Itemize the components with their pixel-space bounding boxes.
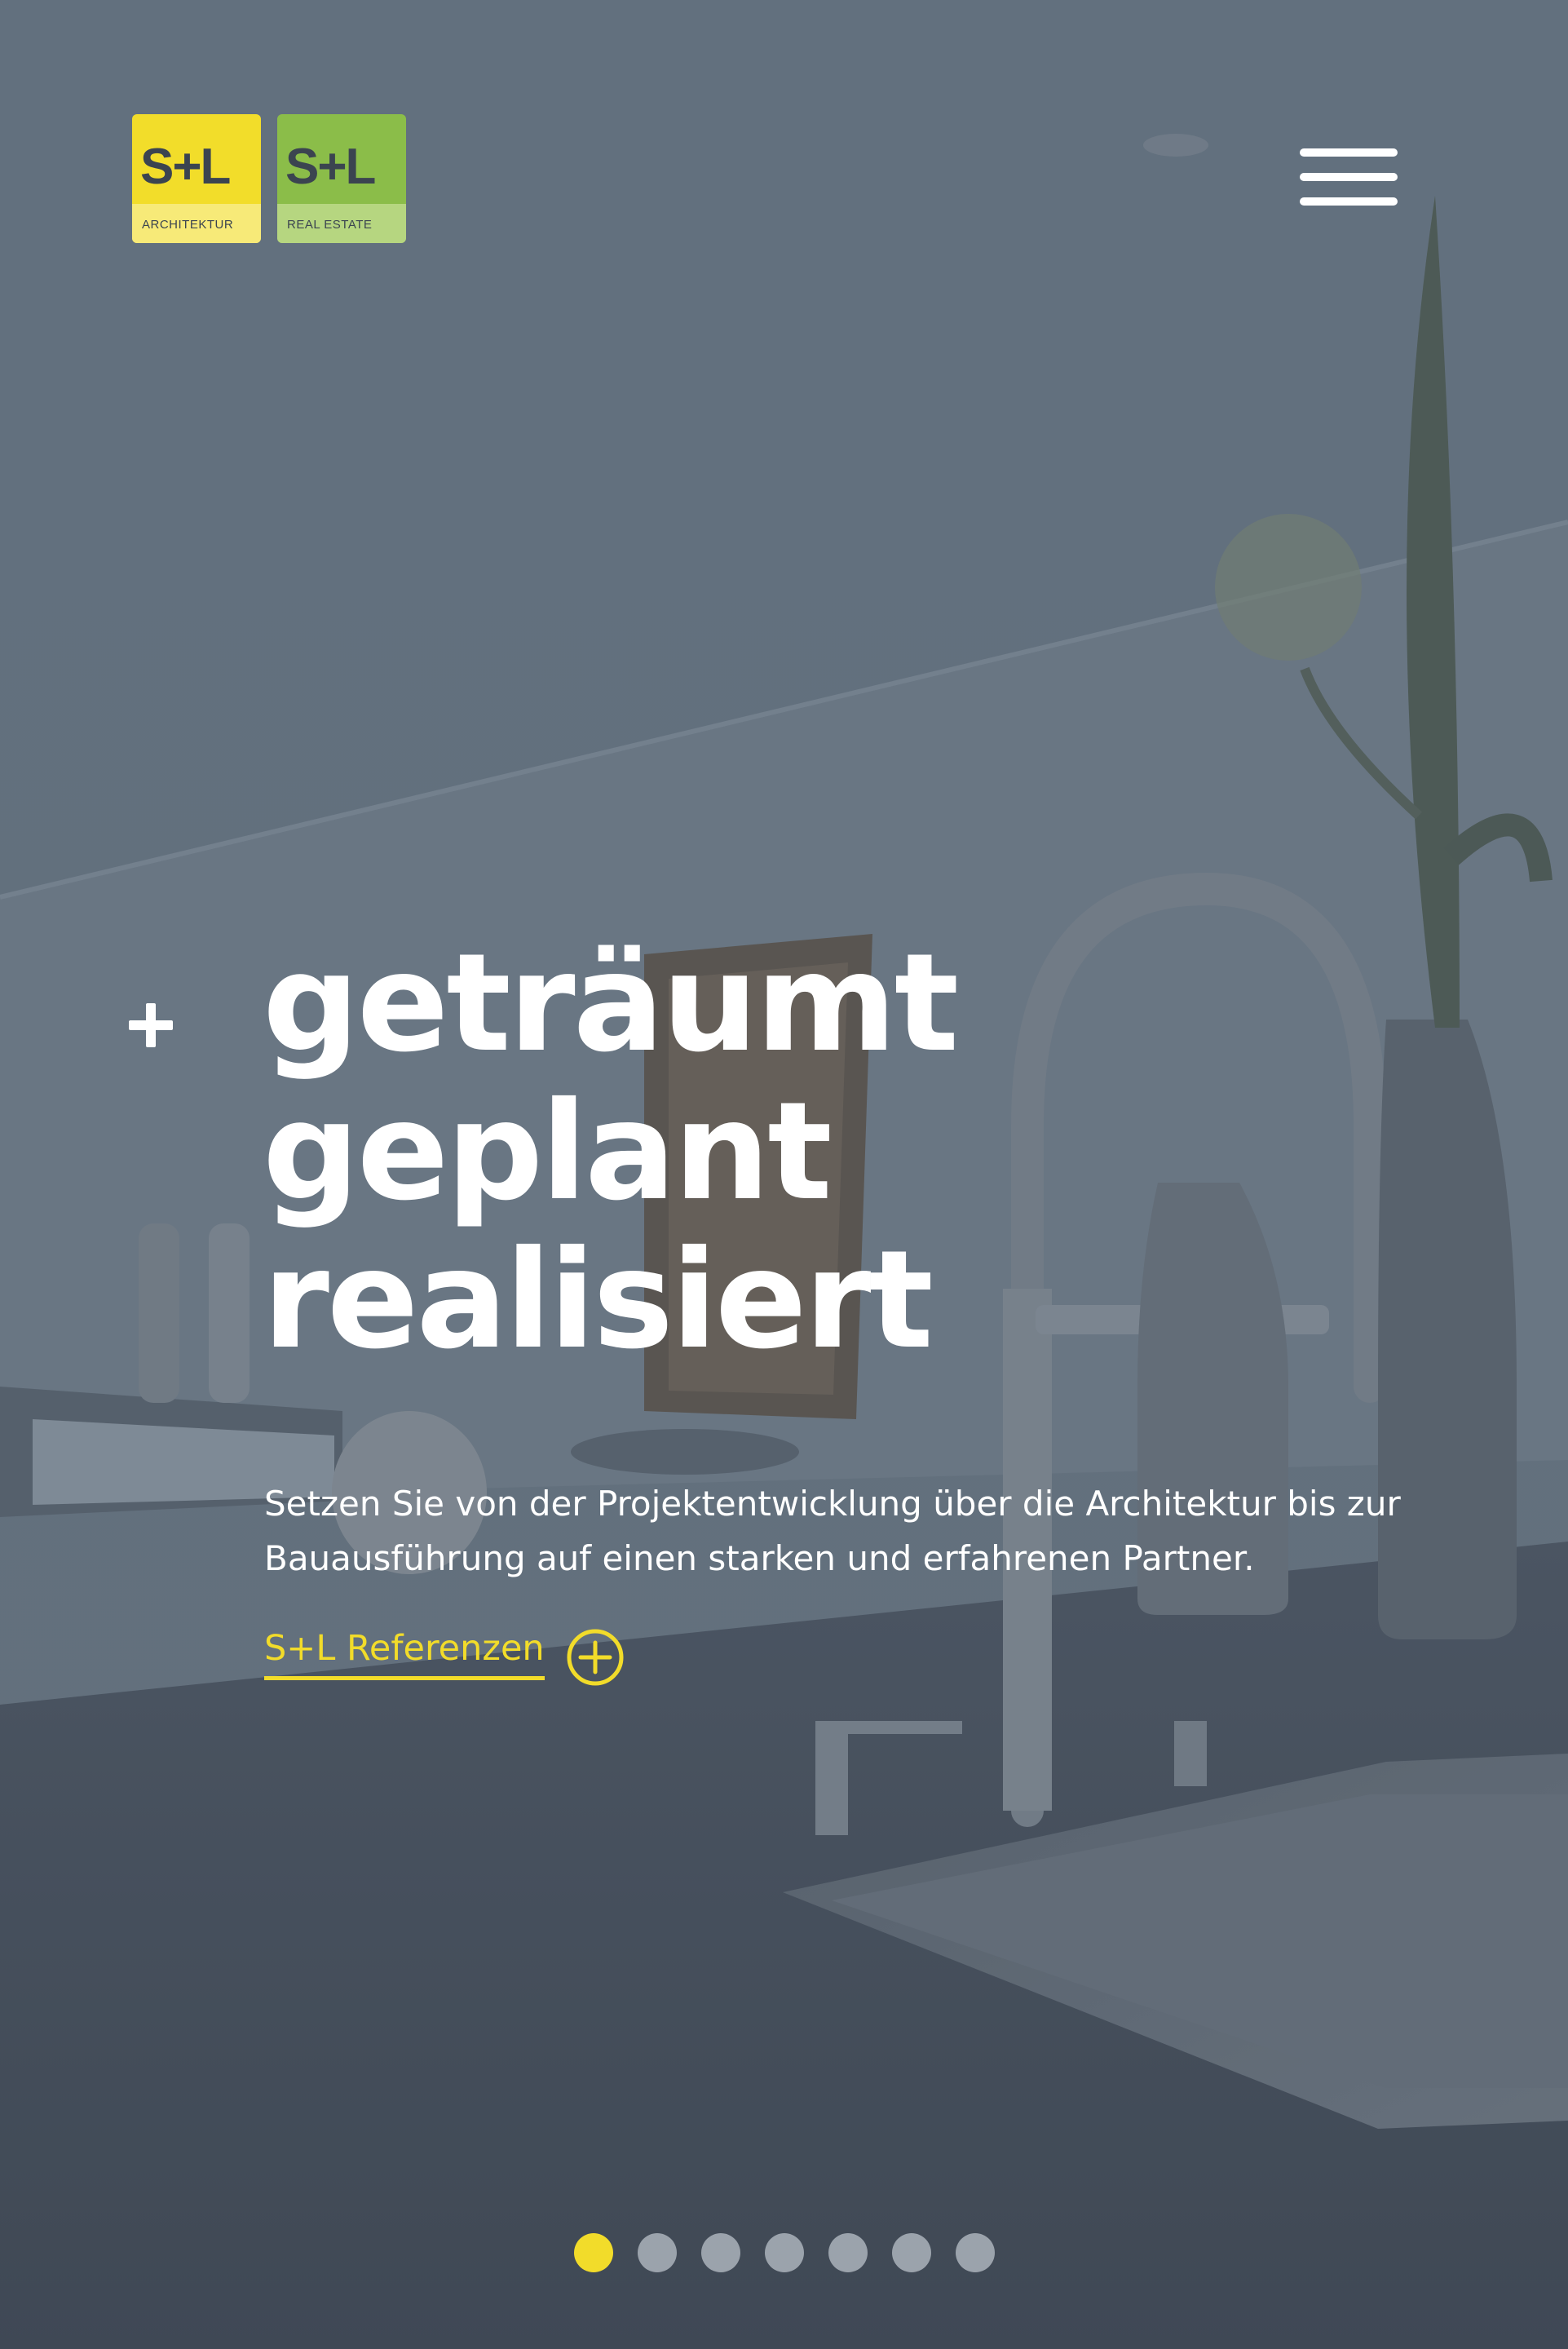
menu-bar [1300, 197, 1398, 206]
logo-architektur-label: ARCHITEKTUR [142, 218, 234, 232]
menu-bar [1300, 148, 1398, 157]
referenzen-link-label: S+L Referenzen [264, 1629, 545, 1681]
slider-dot[interactable] [638, 2233, 677, 2272]
slider-dot[interactable] [574, 2233, 613, 2272]
brand-logos: S+L ARCHITEKTUR S+L REAL ESTATE [132, 114, 406, 243]
logo-real-estate-mark: S+L [285, 139, 376, 195]
menu-bar [1300, 173, 1398, 181]
slider-dot[interactable] [892, 2233, 931, 2272]
hero-headline: geträumt geplant realisiert [263, 925, 959, 1379]
slider-dot[interactable] [956, 2233, 995, 2272]
slider-dot[interactable] [828, 2233, 868, 2272]
logo-architektur[interactable]: S+L ARCHITEKTUR [132, 114, 261, 243]
plus-circle-icon [567, 1629, 624, 1686]
slider-dot[interactable] [765, 2233, 804, 2272]
slider-pagination [574, 2233, 995, 2272]
logo-real-estate-label: REAL ESTATE [287, 218, 373, 232]
headline-line: geplant [263, 1073, 833, 1231]
logo-architektur-mark: S+L [140, 139, 231, 195]
referenzen-link[interactable]: S+L Referenzen [264, 1623, 625, 1687]
plus-icon [129, 1003, 173, 1047]
headline-line: geträumt [263, 925, 959, 1082]
slider-dot[interactable] [701, 2233, 740, 2272]
logo-real-estate[interactable]: S+L REAL ESTATE [277, 114, 406, 243]
hamburger-icon[interactable] [1300, 147, 1401, 210]
hero-intro-text: Setzen Sie von der Projektentwicklung üb… [264, 1484, 1401, 1578]
headline-line: realisiert [263, 1222, 934, 1379]
